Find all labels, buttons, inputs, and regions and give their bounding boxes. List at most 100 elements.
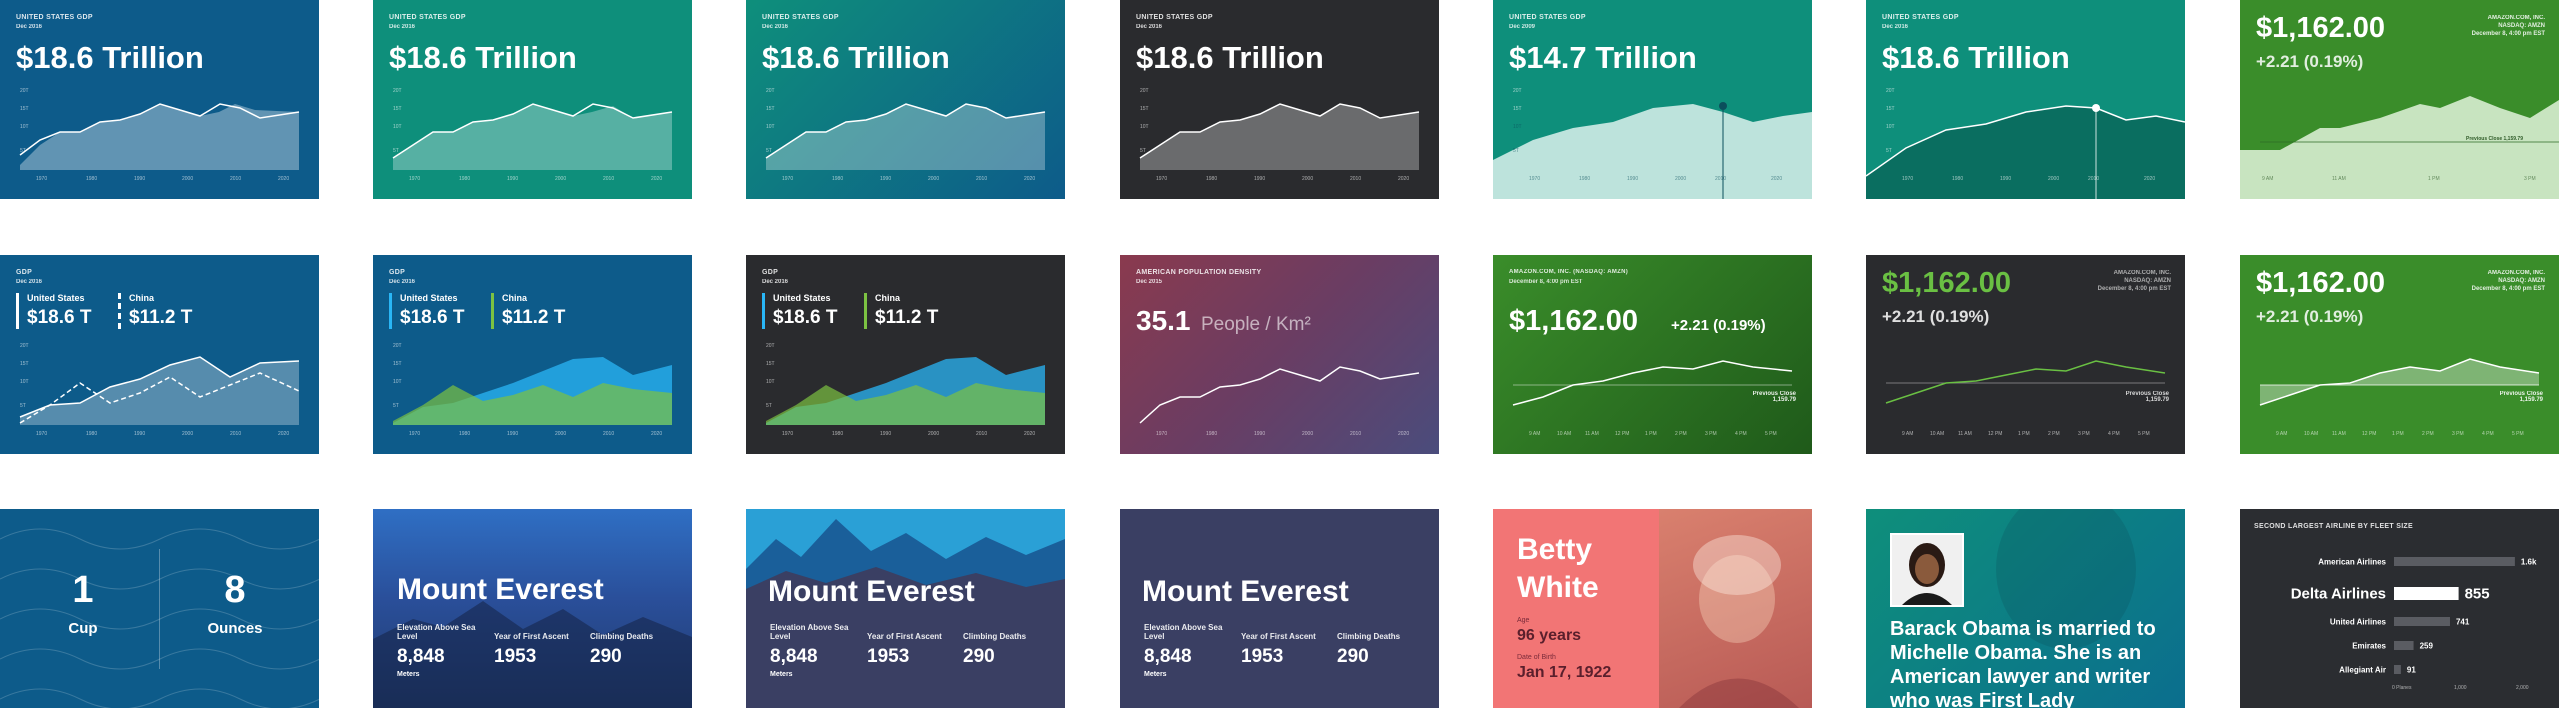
stat-elevation: Elevation Above Sea Level 8,848 Meters (397, 623, 476, 678)
x-tick: 2010 (603, 176, 615, 182)
x-tick: 1980 (459, 431, 471, 437)
x-tick: 3 PM (2524, 176, 2536, 182)
stat-climbing-deaths: Climbing Deaths 290 (590, 632, 654, 667)
bar-value-label: 91 (2407, 666, 2416, 675)
y-tick: 20T (20, 88, 29, 94)
x-tick: 2000 (928, 176, 940, 182)
compare-line-chart (19, 356, 300, 425)
y-tick: 15T (766, 361, 775, 367)
x-tick: 10 AM (2304, 431, 2319, 437)
x-tick: 4 PM (2482, 431, 2494, 437)
y-tick: 10T (1140, 124, 1149, 130)
x-tick: 2020 (1771, 176, 1783, 182)
x-tick: 2000 (555, 176, 567, 182)
x-tick: 2020 (1398, 431, 1410, 437)
y-tick: 15T (1140, 106, 1149, 112)
x-tick: 3 PM (2452, 431, 2464, 437)
everest-card-banner[interactable]: Mount Everest Elevation Above Sea Level … (746, 509, 1065, 708)
gdp-card-4[interactable]: UNITED STATES GDP Dec 2016 $18.6 Trillio… (1120, 0, 1439, 199)
previous-close: Previous Close 1,159.79 (2466, 136, 2523, 142)
stock-card-baseline[interactable]: $1,162.00 +2.21 (0.19%) AMAZON.COM, INC.… (2240, 255, 2559, 454)
x-tick: 1970 (782, 431, 794, 437)
y-tick: 10T (766, 124, 775, 130)
person-card-betty-white[interactable]: Betty White Age 96 years Date of Birth J… (1493, 509, 1812, 708)
x-tick: 2010 (230, 431, 242, 437)
x-tick: 1 PM (2018, 431, 2030, 437)
gdp-card-6[interactable]: UNITED STATES GDP Dec 2016 $18.6 Trillio… (1866, 0, 2185, 199)
stat-first-ascent: Year of First Ascent 1953 (1241, 632, 1316, 667)
gdp-area-chart (1139, 103, 1420, 170)
x-tick: 1980 (1579, 176, 1591, 182)
y-tick: 5T (766, 403, 772, 409)
x-tick: 2020 (651, 431, 663, 437)
x-tick: 1980 (1206, 431, 1218, 437)
x-tick: 2020 (651, 176, 663, 182)
everest-card-plain[interactable]: Mount Everest Elevation Above Sea Level … (1120, 509, 1439, 708)
x-tick: 2010 (976, 176, 988, 182)
gdp-card-3[interactable]: UNITED STATES GDP Dec 2016 $18.6 Trillio… (746, 0, 1065, 199)
y-tick: 15T (20, 106, 29, 112)
x-tick: 9 AM (1902, 431, 1914, 437)
stock-card-light[interactable]: $1,162.00 +2.21 (0.19%) AMAZON.COM, INC.… (2240, 0, 2559, 199)
x-tick: 1970 (36, 431, 48, 437)
stock-line-chart (1885, 360, 2166, 404)
x-tick: 1980 (86, 431, 98, 437)
gdp-compare-card-2[interactable]: GDP Dec 2016 United States $18.6 T China… (373, 255, 692, 454)
y-tick: 10T (393, 379, 402, 385)
x-tick: 1980 (1206, 176, 1218, 182)
x-tick: 1970 (1156, 431, 1168, 437)
x-tick: 12 PM (1988, 431, 2003, 437)
x-tick: 1980 (459, 176, 471, 182)
dob-label: Date of Birth (1517, 654, 1556, 661)
bar-label: American Airlines (2318, 558, 2386, 567)
y-tick: 5T (20, 148, 26, 154)
gdp-card-1[interactable]: UNITED STATES GDP Dec 2016 $18.6 Trillio… (0, 0, 319, 199)
y-tick: 15T (393, 106, 402, 112)
stock-card-green[interactable]: AMAZON.COM, INC. (NASDAQ: AMZN) December… (1493, 255, 1812, 454)
stock-card-dark[interactable]: $1,162.00 +2.21 (0.19%) AMAZON.COM, INC.… (1866, 255, 2185, 454)
gdp-compare-card-3[interactable]: GDP Dec 2016 United States $18.6 T China… (746, 255, 1065, 454)
everest-card-photo[interactable]: Mount Everest Elevation Above Sea Level … (373, 509, 692, 708)
x-tick: 2010 (1350, 176, 1362, 182)
gdp-compare-card-1[interactable]: GDP Dec 2016 United States $18.6 T China… (0, 255, 319, 454)
y-tick: 20T (393, 88, 402, 94)
stat-elevation: Elevation Above Sea Level 8,848 Meters (1144, 623, 1223, 678)
mountain-image (373, 601, 692, 708)
x-tick: 1970 (409, 431, 421, 437)
x-tick: 2000 (555, 431, 567, 437)
x-tick: 1970 (36, 176, 48, 182)
stat-first-ascent: Year of First Ascent 1953 (494, 632, 569, 667)
x-tick: 2000 (1302, 431, 1314, 437)
dob-value: Jan 17, 1922 (1517, 664, 1612, 681)
y-tick: 20T (1513, 88, 1522, 94)
compare-area-chart (393, 357, 672, 425)
population-density-card[interactable]: AMERICAN POPULATION DENSITY Dec 2015 35.… (1120, 255, 1439, 454)
x-tick: 2000 (182, 176, 194, 182)
density-line-chart (1139, 366, 1420, 424)
gdp-card-2[interactable]: UNITED STATES GDP Dec 2016 $18.6 Trillio… (373, 0, 692, 199)
unit-conversion-card[interactable]: 1 Cup 8 Ounces (0, 509, 319, 708)
x-tick: 2020 (278, 431, 290, 437)
stock-line-chart (1512, 360, 1793, 406)
x-tick: 2020 (278, 176, 290, 182)
airline-bar-chart: American Airlines 1.6k Delta Airlines 855 Un… (2291, 557, 2537, 675)
airline-bar-card[interactable]: SECOND LARGEST AIRLINE BY FLEET SIZE Ame… (2240, 509, 2559, 708)
stock-area-chart (2259, 358, 2540, 406)
bar-value-label: 855 (2465, 586, 2490, 603)
gdp-card-5[interactable]: UNITED STATES GDP Dec 2009 $14.7 Trillio… (1493, 0, 1812, 199)
stat-elevation: Elevation Above Sea Level 8,848 Meters (770, 623, 849, 678)
x-tick: 3 PM (2078, 431, 2090, 437)
person-photo (1659, 509, 1812, 708)
bar (2394, 617, 2450, 626)
unit-b: 8 Ounces (207, 569, 263, 637)
bar (2394, 557, 2515, 566)
x-tick: 2010 (1350, 431, 1362, 437)
x-tick: 1990 (1627, 176, 1639, 182)
fact-card-obama[interactable]: Barack Obama is married to Michelle Obam… (1866, 509, 2185, 708)
x-tick: 2000 (1302, 176, 1314, 182)
x-tick: 10 AM (1557, 431, 1572, 437)
x-tick: 2 PM (1675, 431, 1687, 437)
stock-area-chart (2240, 96, 2559, 199)
previous-close: Previous Close 1,159.79 (2499, 391, 2543, 403)
x-tick: 1970 (1529, 176, 1541, 182)
